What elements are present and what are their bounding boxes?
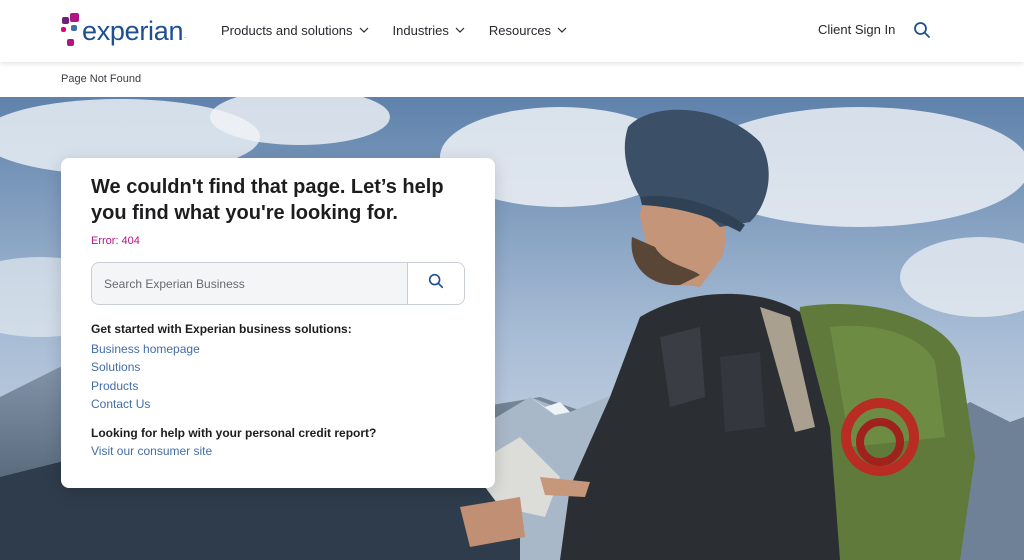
business-links: Business homepage Solutions Products Con…: [91, 340, 200, 413]
nav-item-label: Industries: [392, 22, 449, 38]
not-found-card: We couldn't find that page. Let’s help y…: [61, 158, 495, 488]
search-form: [91, 262, 465, 305]
experian-logo[interactable]: experian .: [60, 10, 186, 50]
nav-item-label: Resources: [488, 22, 552, 38]
solutions-link[interactable]: Solutions: [91, 358, 200, 376]
contact-us-link[interactable]: Contact Us: [91, 395, 200, 413]
chevron-down-icon: [359, 27, 369, 33]
site-header: experian . Products and solutions Indust…: [0, 0, 1024, 62]
logo-dots: [60, 12, 80, 48]
nav-industries[interactable]: Industries: [393, 23, 465, 38]
error-code: Error: 404: [91, 235, 140, 247]
consumer-heading: Looking for help with your personal cred…: [91, 426, 377, 440]
client-sign-in-link[interactable]: Client Sign In: [818, 22, 895, 37]
breadcrumb: Page Not Found: [61, 73, 142, 85]
nav-resources[interactable]: Resources: [489, 23, 567, 38]
search-icon: [427, 272, 445, 295]
chevron-down-icon: [455, 27, 465, 33]
nav-item-label: Products and solutions: [221, 22, 353, 38]
search-input[interactable]: [92, 263, 407, 304]
page-title: We couldn't find that page. Let’s help y…: [91, 176, 444, 224]
nav-products-and-solutions[interactable]: Products and solutions: [221, 23, 369, 38]
consumer-site-link[interactable]: Visit our consumer site: [91, 444, 212, 458]
search-icon[interactable]: [912, 20, 932, 40]
main-nav: Products and solutions Industries Resour…: [221, 0, 591, 60]
business-solutions-heading: Get started with Experian business solut…: [91, 322, 352, 336]
products-link[interactable]: Products: [91, 377, 200, 395]
chevron-down-icon: [557, 27, 567, 33]
business-homepage-link[interactable]: Business homepage: [91, 340, 200, 358]
search-button[interactable]: [407, 263, 464, 304]
logo-trademark: .: [184, 33, 187, 40]
logo-wordmark: experian: [82, 15, 184, 46]
